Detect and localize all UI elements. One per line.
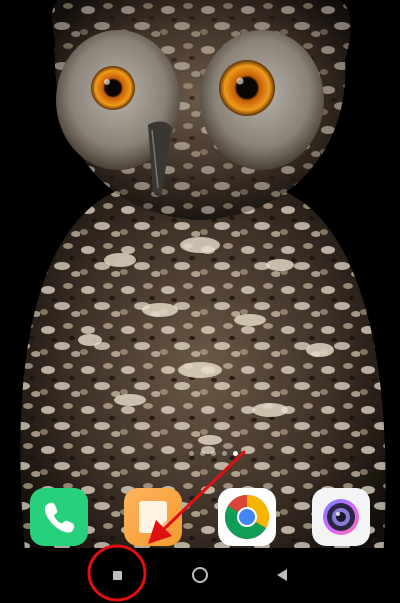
camera-icon: [323, 499, 359, 535]
home-screen: [0, 0, 400, 603]
camera-app[interactable]: [312, 488, 370, 546]
app-dock: [0, 486, 400, 548]
home-button[interactable]: [185, 560, 215, 590]
recents-button[interactable]: [102, 560, 132, 590]
back-button[interactable]: [267, 560, 297, 590]
page-dot: [188, 451, 194, 456]
notes-icon: [139, 501, 167, 533]
phone-app[interactable]: [30, 488, 88, 546]
notes-app[interactable]: [124, 488, 182, 546]
square-icon: [112, 570, 122, 580]
triangle-back-icon: [277, 569, 287, 581]
page-dot: [199, 451, 205, 456]
chrome-app[interactable]: [218, 488, 276, 546]
navigation-bar: [0, 548, 400, 603]
page-dot: [210, 451, 216, 456]
page-dot-active: [232, 451, 238, 456]
page-dot: [221, 451, 227, 456]
circle-icon: [192, 567, 208, 583]
phone-icon: [44, 502, 75, 533]
chrome-icon: [225, 495, 269, 539]
page-indicator: [0, 451, 400, 461]
